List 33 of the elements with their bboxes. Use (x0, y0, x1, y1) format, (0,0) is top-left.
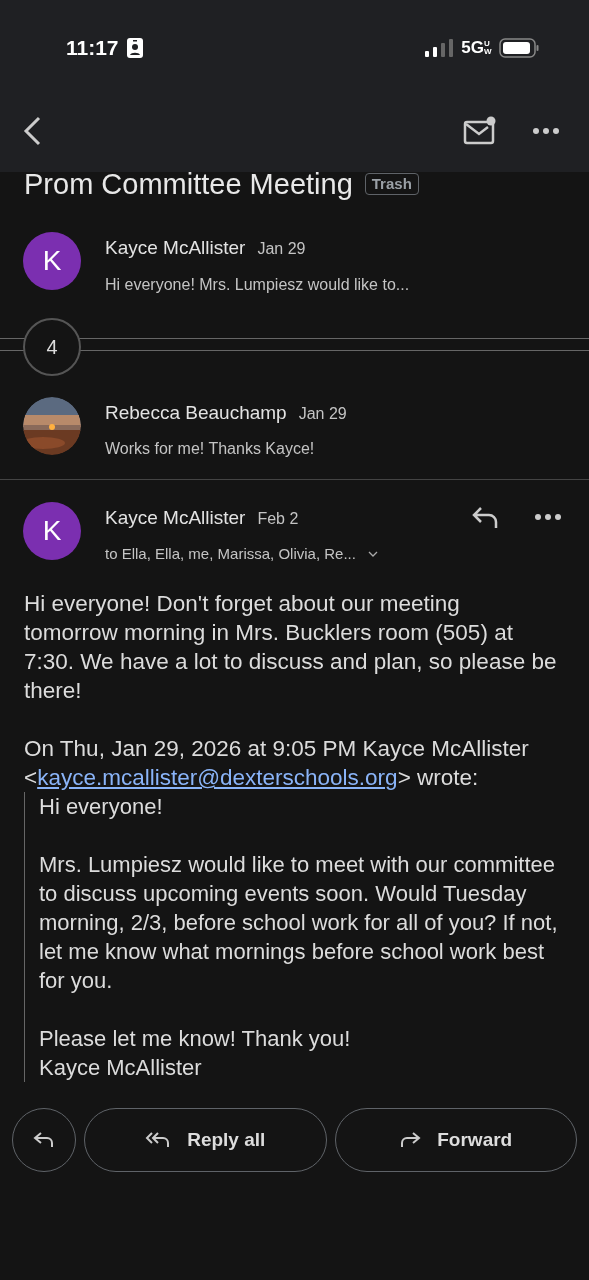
status-time: 11:17 (66, 35, 119, 62)
message-snippet: Works for me! Thanks Kayce! (105, 439, 316, 459)
thread-message[interactable]: K Kayce McAllister Jan 29 Hi everyone! Mrs. Lumpiesz would like to... (0, 214, 589, 315)
sender-name: Kayce McAllister (105, 506, 246, 530)
message-date: Jan 29 (298, 403, 347, 424)
message-date: Jan 29 (257, 239, 306, 259)
recipients-dropdown[interactable]: to Ella, Ella, me, Marissa, Olivia, Re... (105, 542, 447, 565)
quoted-text: Kayce McAllister (39, 1054, 203, 1082)
avatar: K (23, 232, 81, 290)
thread-message[interactable]: Rebecca Beauchamp Jan 29 Works for me! Thanks Kayce! (0, 378, 589, 480)
avatar: K (23, 502, 81, 560)
message-date: Feb 2 (257, 509, 299, 529)
sender-name: Kayce McAllister (105, 236, 246, 260)
reply-all-icon (145, 1131, 172, 1149)
more-button[interactable] (533, 128, 559, 134)
collapsed-count[interactable]: 4 (23, 317, 81, 376)
back-button[interactable] (22, 115, 42, 147)
battery-icon (499, 38, 539, 58)
quote-header: On Thu, Jan 29, 2026 at 9:05 PM Kayce McAllister <kayce.mcallister@dexterschools.org> wrote: (24, 735, 530, 792)
sender-name: Rebecca Beauchamp (105, 400, 287, 425)
quoted-text: Hi everyone! (39, 793, 164, 821)
quoted-text: Mrs. Lumpiesz would like to meet with our committee to discuss upcoming events soon. Would Tuesday morning, 2/3, before school work for all of you? If not, let me know what mornings before school work best for you. (39, 851, 559, 995)
chevron-down-icon (367, 550, 378, 557)
message-body: Hi everyone! Don't forget about our meeting tomorrow morning in Mrs. Bucklers room (505) at 7:30. We have a lot to discuss and plan, so please be there! (24, 590, 558, 705)
email-link[interactable]: kayce.mcallister@dexterschools.org (37, 765, 398, 790)
reply-icon (33, 1131, 55, 1149)
message-snippet: Hi everyone! Mrs. Lumpiesz would like to... (105, 274, 410, 295)
forward-icon (399, 1131, 422, 1149)
id-card-icon (126, 38, 143, 58)
mark-unread-button[interactable] (463, 116, 497, 146)
signal-icon (425, 39, 454, 57)
quoted-text: Please let me know! Thank you! (39, 1025, 352, 1053)
trash-label: Trash (364, 173, 419, 195)
